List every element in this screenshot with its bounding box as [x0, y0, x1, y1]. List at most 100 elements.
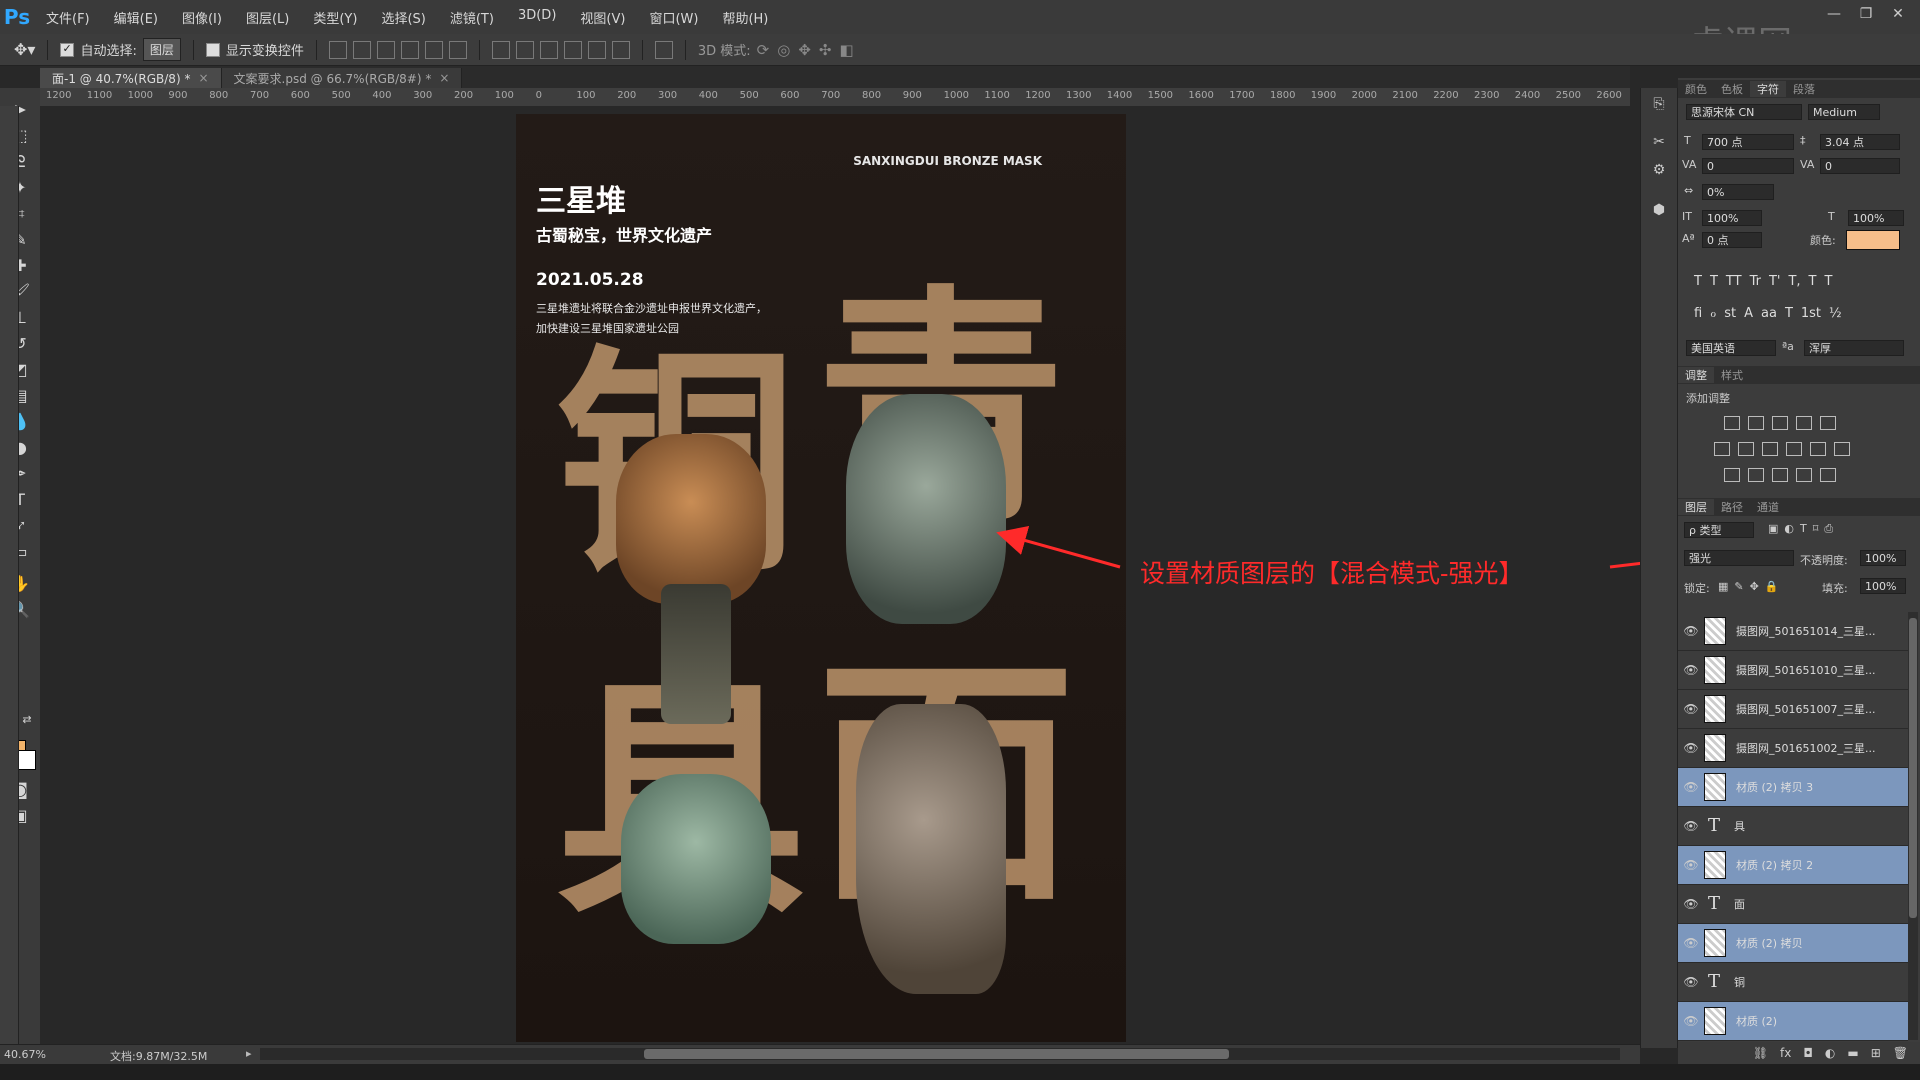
- layer-row[interactable]: 👁 摄图网_501651010_三星...: [1678, 651, 1908, 690]
- channel-mixer-icon[interactable]: [1810, 442, 1826, 456]
- menu-item[interactable]: 帮助(H): [710, 8, 780, 27]
- close-icon[interactable]: ×: [439, 71, 449, 85]
- type-style-button[interactable]: st: [1724, 306, 1736, 321]
- gradient-map-icon[interactable]: [1820, 468, 1836, 482]
- distribute-vcenter-icon[interactable]: [515, 40, 534, 59]
- posterize-icon[interactable]: [1748, 468, 1764, 482]
- new-layer-icon[interactable]: ⊞: [1871, 1046, 1881, 1060]
- eye-icon[interactable]: 👁: [1678, 936, 1704, 950]
- doc-tab[interactable]: 面-1 @ 40.7%(RGB/8) * ×: [40, 68, 222, 88]
- folder-icon[interactable]: ▬: [1847, 1046, 1858, 1060]
- menu-item[interactable]: 选择(S): [369, 8, 437, 27]
- align-vcenter-icon[interactable]: [352, 40, 371, 59]
- distribute-left-icon[interactable]: [563, 40, 582, 59]
- brush-preset-icon[interactable]: ✂: [1649, 134, 1669, 154]
- doc-tab[interactable]: 文案要求.psd @ 66.7%(RGB/8#) * ×: [221, 68, 463, 88]
- layer-row[interactable]: 👁 T 铜: [1678, 963, 1908, 1002]
- selective-color-icon[interactable]: [1796, 468, 1812, 482]
- text-color-swatch[interactable]: [1846, 230, 1900, 250]
- layer-row[interactable]: 👁 材质 (2) 拷贝 3: [1678, 768, 1908, 807]
- minimize-button[interactable]: —: [1822, 4, 1846, 24]
- layer-row[interactable]: 👁 材质 (2) 拷贝 2: [1678, 846, 1908, 885]
- align-right-icon[interactable]: [448, 40, 467, 59]
- layer-filter-icons[interactable]: ▣◐T⌑⎙: [1768, 522, 1839, 536]
- link-icon[interactable]: ⛓: [1753, 1046, 1768, 1060]
- status-menu-arrow-icon[interactable]: ▸: [246, 1047, 252, 1060]
- layers-scrollbar-thumb[interactable]: [1909, 618, 1917, 918]
- menu-item[interactable]: 文件(F): [34, 8, 102, 27]
- font-style-select[interactable]: Medium: [1808, 104, 1880, 120]
- align-top-icon[interactable]: [328, 40, 347, 59]
- menu-item[interactable]: 3D(D): [506, 8, 568, 27]
- exposure-icon[interactable]: [1796, 416, 1812, 430]
- eye-icon[interactable]: 👁: [1678, 702, 1704, 716]
- type-style-button[interactable]: 1st: [1801, 306, 1821, 321]
- tab-paragraph[interactable]: 段落: [1786, 81, 1822, 97]
- baseline-shift-field[interactable]: 0 点: [1702, 232, 1762, 248]
- tab-paths[interactable]: 路径: [1714, 499, 1750, 515]
- tab-swatches[interactable]: 色板: [1714, 81, 1750, 97]
- eye-icon[interactable]: 👁: [1678, 819, 1704, 833]
- type-style-button[interactable]: fi: [1694, 306, 1702, 321]
- invert-icon[interactable]: [1724, 468, 1740, 482]
- font-family-select[interactable]: 思源宋体 CN: [1686, 104, 1802, 120]
- menu-item[interactable]: 编辑(E): [102, 8, 170, 27]
- type-style-button[interactable]: A: [1744, 306, 1753, 321]
- language-select[interactable]: 美国英语: [1686, 340, 1776, 356]
- curves-icon[interactable]: [1772, 416, 1788, 430]
- levels-icon[interactable]: [1748, 416, 1764, 430]
- type-style-button[interactable]: T: [1824, 274, 1832, 289]
- layer-row[interactable]: 👁 T 具: [1678, 807, 1908, 846]
- show-transform-checkbox[interactable]: [205, 42, 220, 57]
- horizontal-scrollbar-thumb[interactable]: [644, 1049, 1229, 1059]
- 3d-mode-icons[interactable]: ⟳◎✥✣◧: [757, 41, 862, 59]
- type-style-button[interactable]: T': [1769, 274, 1781, 289]
- eye-icon[interactable]: 👁: [1678, 1014, 1704, 1028]
- tab-styles[interactable]: 样式: [1714, 367, 1750, 383]
- menu-item[interactable]: 视图(V): [568, 8, 637, 27]
- layer-row[interactable]: 👁 摄图网_501651007_三星...: [1678, 690, 1908, 729]
- eye-icon[interactable]: 👁: [1678, 975, 1704, 989]
- tracking-field[interactable]: 0: [1820, 158, 1900, 174]
- restore-button[interactable]: ❐: [1854, 4, 1878, 24]
- tab-color[interactable]: 颜色: [1678, 81, 1714, 97]
- leading-field[interactable]: 3.04 点: [1820, 134, 1900, 150]
- eye-icon[interactable]: 👁: [1678, 624, 1704, 638]
- photo-filter-icon[interactable]: [1786, 442, 1802, 456]
- lock-icons[interactable]: ▦✎✥🔒: [1718, 580, 1785, 593]
- menu-item[interactable]: 类型(Y): [301, 8, 369, 27]
- eye-icon[interactable]: 👁: [1678, 663, 1704, 677]
- poster-canvas[interactable]: 铜 青 具 面 SANXINGDUI BRONZE MASK 三星堆 古蜀秘宝，…: [516, 114, 1126, 1042]
- distribute-bottom-icon[interactable]: [539, 40, 558, 59]
- tsume-field[interactable]: 0%: [1702, 184, 1774, 200]
- color-balance-icon[interactable]: [1738, 442, 1754, 456]
- type-style-button[interactable]: T: [1710, 274, 1718, 289]
- vertical-scale-field[interactable]: 100%: [1702, 210, 1762, 226]
- trash-icon[interactable]: 🗑: [1893, 1046, 1908, 1060]
- vibrance-icon[interactable]: [1820, 416, 1836, 430]
- black-white-icon[interactable]: [1762, 442, 1778, 456]
- align-hcenter-icon[interactable]: [424, 40, 443, 59]
- eye-icon[interactable]: 👁: [1678, 741, 1704, 755]
- brightness-icon[interactable]: [1724, 416, 1740, 430]
- layer-row[interactable]: 👁 摄图网_501651014_三星...: [1678, 612, 1908, 651]
- type-style-button[interactable]: T: [1785, 306, 1793, 321]
- hue-saturation-icon[interactable]: [1714, 442, 1730, 456]
- type-style-button[interactable]: TT: [1726, 274, 1742, 289]
- menu-item[interactable]: 图层(L): [234, 8, 301, 27]
- layer-filter-select[interactable]: ρ 类型: [1684, 522, 1754, 538]
- type-style-button[interactable]: ℴ: [1710, 306, 1716, 321]
- distribute-right-icon[interactable]: [611, 40, 630, 59]
- align-left-icon[interactable]: [400, 40, 419, 59]
- type-style-button[interactable]: T,: [1788, 274, 1800, 289]
- align-bottom-icon[interactable]: [376, 40, 395, 59]
- tab-layers[interactable]: 图层: [1678, 499, 1714, 515]
- background-color-swatch[interactable]: [16, 750, 36, 770]
- type-style-button[interactable]: aa: [1761, 306, 1777, 321]
- distribute-top-icon[interactable]: [491, 40, 510, 59]
- blend-mode-select[interactable]: 强光: [1684, 550, 1794, 566]
- menu-item[interactable]: 图像(I): [170, 8, 234, 27]
- type-style-button[interactable]: ½: [1829, 306, 1842, 321]
- tab-adjustments[interactable]: 调整: [1678, 367, 1714, 383]
- adjustment-icon[interactable]: ◐: [1825, 1046, 1835, 1060]
